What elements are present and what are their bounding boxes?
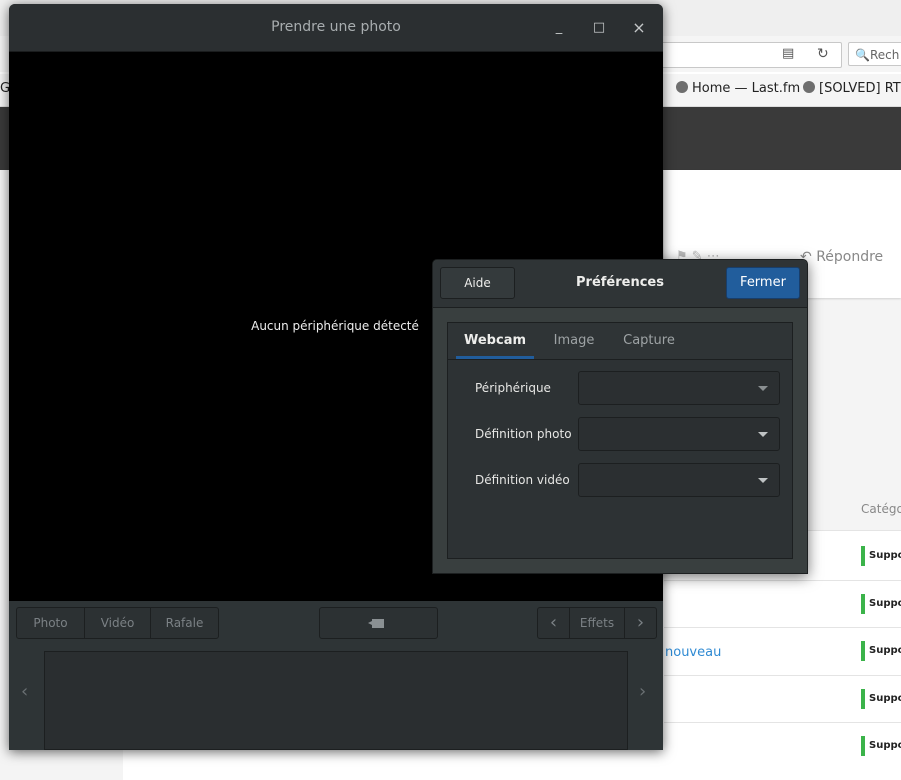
device-label: Périphérique	[475, 381, 551, 395]
browser-search-field[interactable]: 🔍Rech	[848, 42, 901, 66]
mode-photo-button[interactable]: Photo	[17, 608, 85, 638]
photo-resolution-combo[interactable]	[578, 417, 780, 451]
globe-icon	[676, 81, 688, 93]
thumbnails-next-icon[interactable]: ›	[639, 681, 646, 702]
category-badge[interactable]: Suppo	[861, 689, 901, 709]
thumbnail-strip[interactable]	[44, 651, 628, 750]
category-badge[interactable]: Suppo	[861, 546, 901, 566]
effects-prev-button[interactable]: ‹	[538, 608, 570, 638]
tab-bar: Webcam Image Capture	[448, 323, 792, 360]
row-divider	[664, 580, 901, 581]
new-topic-link[interactable]: nouveau	[665, 645, 721, 660]
reply-button[interactable]: ↶ Répondre	[800, 249, 883, 265]
category-header: Catégo	[861, 502, 901, 516]
close-button[interactable]: ×	[629, 18, 649, 38]
preferences-header: Aide Préférences Fermer	[433, 260, 807, 308]
preferences-notebook: Webcam Image Capture Périphérique Défini…	[447, 322, 793, 559]
device-combo[interactable]	[578, 371, 780, 405]
bookmark-lastfm[interactable]: Home — Last.fm	[676, 81, 800, 96]
reload-icon[interactable]: ↻	[817, 46, 829, 62]
preferences-dialog: Aide Préférences Fermer Webcam Image Cap…	[432, 259, 808, 574]
search-placeholder: Rech	[869, 48, 900, 62]
camera-icon	[368, 619, 384, 628]
globe-icon	[803, 81, 815, 93]
category-badge[interactable]: Suppo	[861, 736, 901, 756]
close-preferences-button[interactable]: Fermer	[726, 267, 800, 299]
minimize-icon: _	[555, 20, 563, 35]
chevron-down-icon	[758, 432, 768, 437]
take-photo-button[interactable]	[319, 607, 438, 639]
mode-switcher: Photo Vidéo Rafale	[16, 607, 219, 639]
title-bar: Prendre une photo _ □ ×	[9, 4, 663, 52]
tab-webcam[interactable]: Webcam	[456, 323, 534, 359]
close-icon: ×	[632, 18, 646, 37]
tab-image[interactable]: Image	[542, 323, 606, 359]
row-divider	[664, 722, 901, 723]
category-badge[interactable]: Suppo	[861, 594, 901, 614]
chevron-down-icon	[758, 478, 768, 483]
maximize-button[interactable]: □	[589, 18, 609, 38]
reader-view-icon[interactable]: ▤	[782, 46, 794, 61]
thumbnails-prev-icon[interactable]: ‹	[21, 681, 28, 702]
effects-navigator: ‹ Effets ›	[537, 607, 657, 639]
capture-controls: Photo Vidéo Rafale ‹ Effets › ‹ ›	[9, 601, 663, 750]
reply-label: Répondre	[816, 249, 884, 265]
effects-next-button[interactable]: ›	[625, 608, 656, 638]
bookmark-label: Home — Last.fm	[692, 81, 801, 96]
category-badge[interactable]: Suppo	[861, 641, 901, 661]
video-resolution-combo[interactable]	[578, 463, 780, 497]
bookmark-solved[interactable]: [SOLVED] RTL	[803, 81, 901, 96]
chevron-down-icon	[758, 386, 768, 391]
effects-button[interactable]: Effets	[570, 608, 625, 638]
mode-video-button[interactable]: Vidéo	[85, 608, 151, 638]
minimize-button[interactable]: _	[549, 18, 569, 38]
tab-capture[interactable]: Capture	[614, 323, 684, 359]
mode-burst-button[interactable]: Rafale	[151, 608, 218, 638]
row-divider	[664, 627, 901, 628]
video-resolution-label: Définition vidéo	[475, 473, 570, 487]
bookmark-label: [SOLVED] RTL	[819, 81, 901, 96]
row-divider	[664, 675, 901, 676]
photo-resolution-label: Définition photo	[475, 427, 572, 441]
maximize-icon: □	[592, 20, 606, 35]
